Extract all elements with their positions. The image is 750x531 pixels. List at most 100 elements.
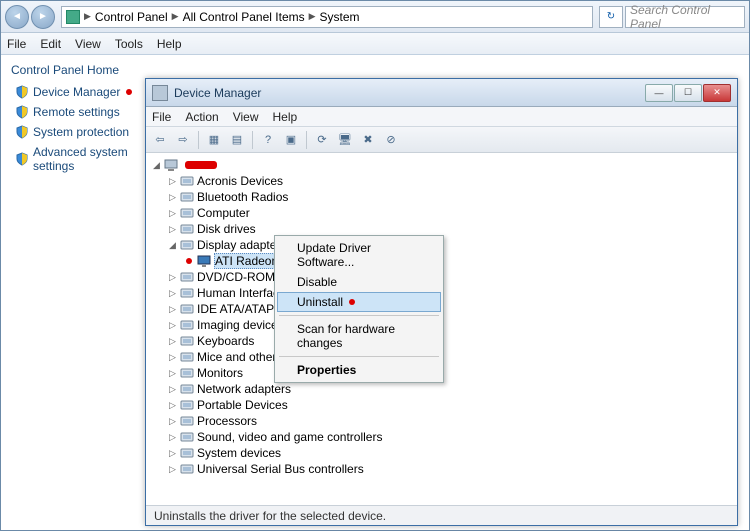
device-category-icon: [180, 238, 194, 252]
expand-icon[interactable]: ▷: [168, 401, 177, 410]
forward-button[interactable]: ►: [31, 5, 55, 29]
context-menu-item[interactable]: Uninstall: [277, 292, 441, 312]
device-category-icon: [180, 222, 194, 236]
tree-node-label: Display adapters: [197, 238, 286, 252]
expand-icon[interactable]: ▷: [168, 417, 177, 426]
context-menu-item[interactable]: Properties: [277, 360, 441, 380]
tree-node[interactable]: ▷ System devices: [152, 445, 731, 461]
dm-menu-view[interactable]: View: [233, 110, 259, 124]
context-menu: Update Driver Software...Disable Uninstal…: [274, 235, 444, 383]
expand-icon[interactable]: ▷: [168, 353, 177, 362]
left-nav-item[interactable]: Advanced system settings: [15, 145, 136, 173]
highlight-dot-icon: [349, 299, 355, 305]
refresh-button[interactable]: ↻: [599, 6, 623, 28]
dm-menu-bar: File Action View Help: [146, 107, 737, 127]
expand-icon[interactable]: ▷: [168, 273, 177, 282]
collapse-icon[interactable]: ◢: [168, 241, 177, 250]
expand-icon[interactable]: ▷: [168, 337, 177, 346]
expand-icon[interactable]: ▷: [168, 385, 177, 394]
tree-node[interactable]: ▷Portable Devices: [152, 397, 731, 413]
left-nav-item[interactable]: System protection: [15, 125, 136, 139]
tree-node-label: Computer: [197, 206, 250, 220]
tree-node-label: System devices: [197, 446, 281, 460]
expand-icon[interactable]: ▷: [168, 321, 177, 330]
toolbar-disable-button[interactable]: ⊘: [381, 130, 401, 150]
tree-node[interactable]: ▷Network adapters: [152, 381, 731, 397]
search-input[interactable]: Search Control Panel: [625, 6, 745, 28]
shield-icon: [15, 105, 29, 119]
breadcrumb[interactable]: ▶ Control Panel ▶ All Control Panel Item…: [61, 6, 593, 28]
tree-node[interactable]: ▷ Computer: [152, 205, 731, 221]
dm-toolbar: ⇦ ⇨ ▦ ▤ ? ▣ ⟳ 🖥 ✖ ⊘: [146, 127, 737, 153]
expand-icon[interactable]: ▷: [168, 305, 177, 314]
context-menu-item[interactable]: Disable: [277, 272, 441, 292]
breadcrumb-item[interactable]: All Control Panel Items: [183, 10, 305, 24]
menu-file[interactable]: File: [7, 37, 26, 51]
toolbar-update-driver-button[interactable]: ⟳: [312, 130, 332, 150]
shield-icon: [15, 85, 29, 99]
dm-menu-file[interactable]: File: [152, 110, 171, 124]
toolbar-uninstall-button[interactable]: ✖: [358, 130, 378, 150]
highlight-dot-icon: [186, 258, 192, 264]
menu-help[interactable]: Help: [157, 37, 182, 51]
main-menu-bar: File Edit View Tools Help: [1, 33, 749, 55]
back-button[interactable]: ◄: [5, 5, 29, 29]
expand-icon[interactable]: ▷: [168, 369, 177, 378]
toolbar-properties-button[interactable]: ▤: [227, 130, 247, 150]
left-nav-item[interactable]: Device Manager: [15, 85, 136, 99]
expand-icon[interactable]: ▷: [168, 465, 177, 474]
redacted-computer-name: [185, 161, 217, 169]
maximize-button[interactable]: ☐: [674, 84, 702, 102]
toolbar-show-hide-tree-button[interactable]: ▦: [204, 130, 224, 150]
context-menu-label: Uninstall: [297, 295, 343, 309]
dm-title-bar[interactable]: Device Manager — ☐ ✕: [146, 79, 737, 107]
dm-title-text: Device Manager: [174, 86, 639, 100]
toolbar-back-button[interactable]: ⇦: [150, 130, 170, 150]
context-menu-item[interactable]: Update Driver Software...: [277, 238, 441, 272]
tree-node-label: Imaging devices: [197, 318, 284, 332]
tree-root[interactable]: ◢: [152, 157, 731, 173]
chevron-right-icon: ▶: [84, 11, 91, 22]
menu-view[interactable]: View: [75, 37, 101, 51]
tree-node-label: Universal Serial Bus controllers: [197, 462, 364, 476]
expand-icon[interactable]: ▷: [168, 433, 177, 442]
tree-node-label: Acronis Devices: [197, 174, 283, 188]
dm-menu-action[interactable]: Action: [185, 110, 218, 124]
tree-node[interactable]: ▷ Universal Serial Bus controllers: [152, 461, 731, 477]
left-nav-label: Remote settings: [33, 105, 120, 119]
minimize-button[interactable]: —: [645, 84, 673, 102]
toolbar-help-button[interactable]: ?: [258, 130, 278, 150]
left-nav-pane: Control Panel Home Device ManagerRemote …: [1, 55, 146, 530]
dm-menu-help[interactable]: Help: [273, 110, 298, 124]
expand-icon[interactable]: ▷: [168, 209, 177, 218]
close-button[interactable]: ✕: [703, 84, 731, 102]
left-nav-label: Advanced system settings: [33, 145, 136, 173]
breadcrumb-item[interactable]: System: [320, 10, 360, 24]
menu-edit[interactable]: Edit: [40, 37, 61, 51]
status-text: Uninstalls the driver for the selected d…: [154, 509, 386, 523]
expand-icon[interactable]: ▷: [168, 449, 177, 458]
expand-icon[interactable]: ▷: [168, 177, 177, 186]
tree-node[interactable]: ▷ Acronis Devices: [152, 173, 731, 189]
device-tree[interactable]: ◢ ▷Acronis Devices▷Bluetooth Radios▷Comp…: [146, 153, 737, 505]
context-menu-item[interactable]: Scan for hardware changes: [277, 319, 441, 353]
device-category-icon: [180, 190, 194, 204]
address-bar: ◄ ► ▶ Control Panel ▶ All Control Panel …: [1, 1, 749, 33]
toolbar-forward-button[interactable]: ⇨: [173, 130, 193, 150]
tree-node[interactable]: ▷Sound, video and game controllers: [152, 429, 731, 445]
menu-tools[interactable]: Tools: [115, 37, 143, 51]
toolbar-scan-button[interactable]: 🖥: [335, 130, 355, 150]
expand-icon[interactable]: ▷: [168, 289, 177, 298]
left-nav-item[interactable]: Remote settings: [15, 105, 136, 119]
expand-icon[interactable]: ▷: [168, 225, 177, 234]
collapse-icon[interactable]: ◢: [152, 161, 161, 170]
expand-icon[interactable]: ▷: [168, 193, 177, 202]
tree-node[interactable]: ▷Bluetooth Radios: [152, 189, 731, 205]
toolbar-action-button[interactable]: ▣: [281, 130, 301, 150]
tree-node[interactable]: ▷Processors: [152, 413, 731, 429]
breadcrumb-item[interactable]: Control Panel: [95, 10, 168, 24]
device-category-icon: [180, 206, 194, 220]
device-category-icon: [180, 414, 194, 428]
device-category-icon: [180, 174, 194, 188]
device-manager-window: Device Manager — ☐ ✕ File Action View He…: [145, 78, 738, 526]
